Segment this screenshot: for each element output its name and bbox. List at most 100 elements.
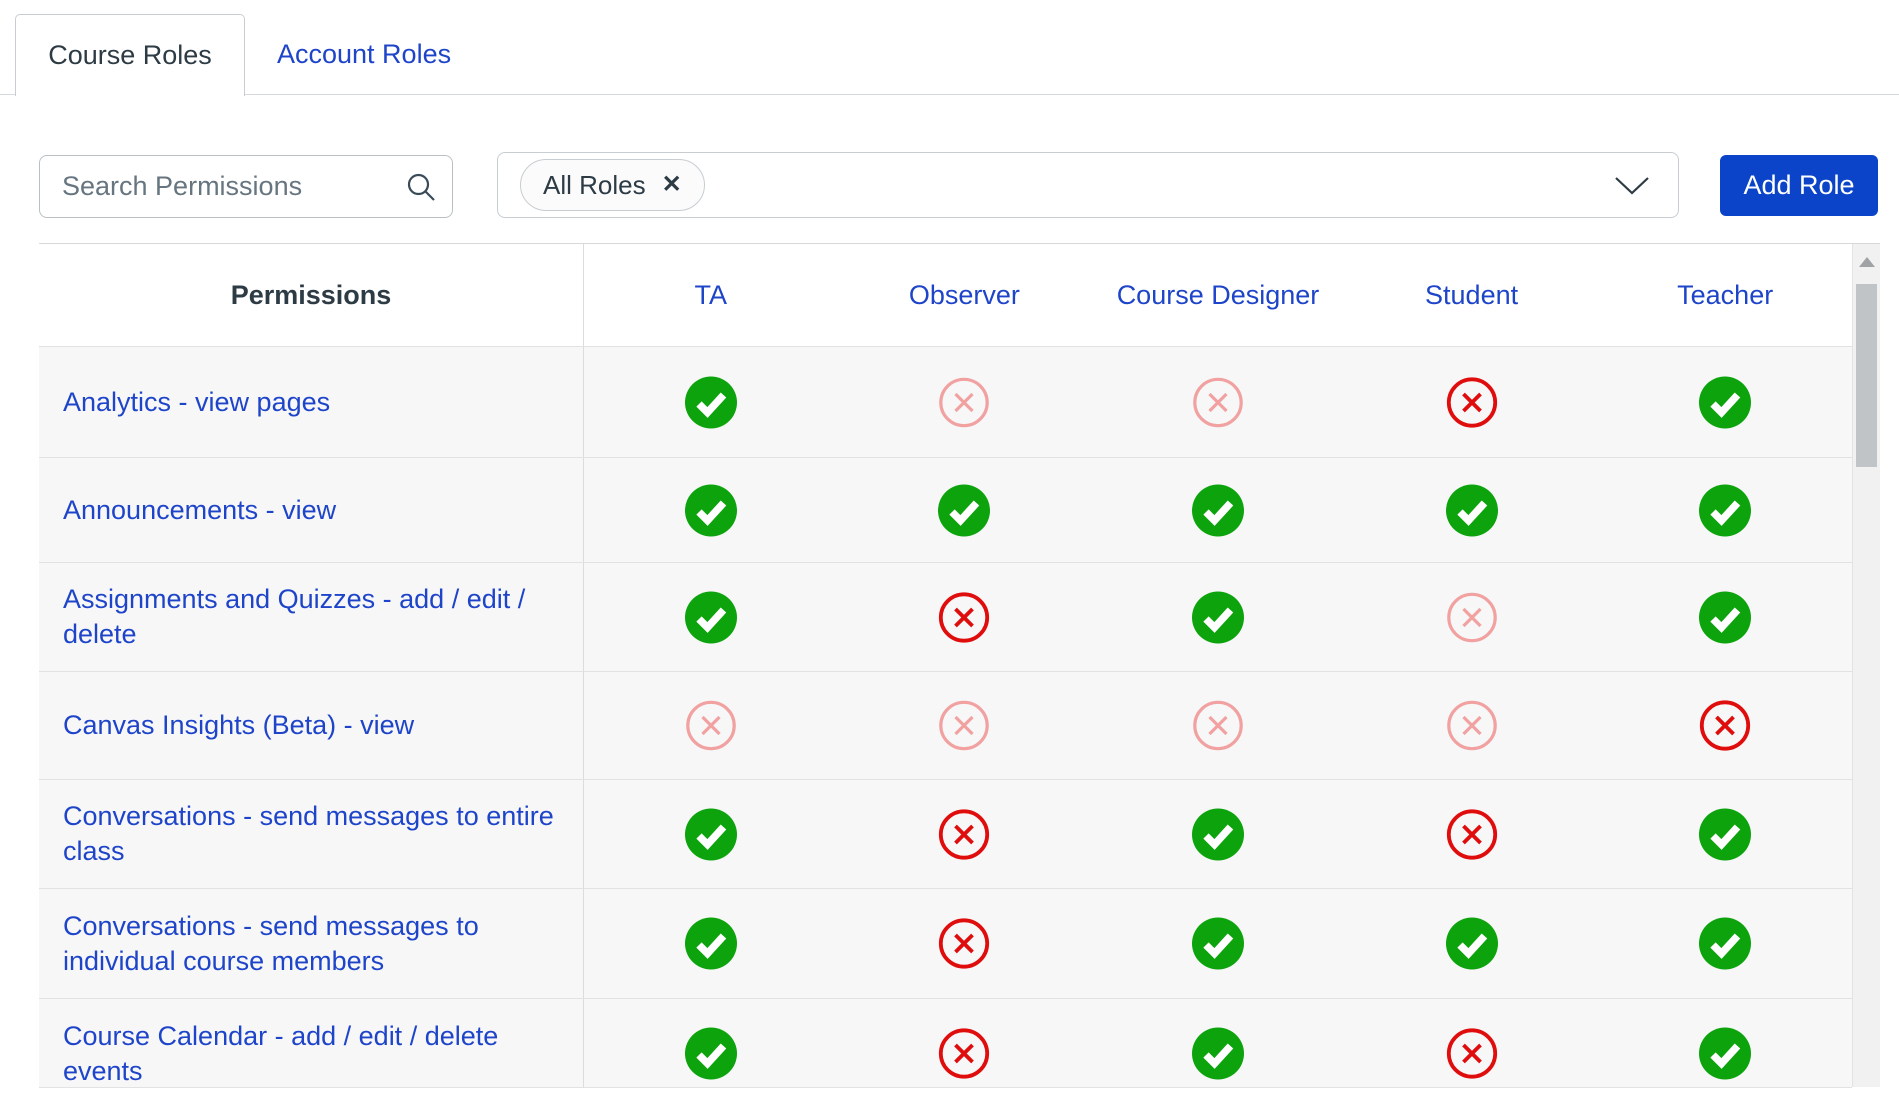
role-filter-tag[interactable]: All Roles ✕	[520, 159, 705, 211]
deny-icon[interactable]	[1699, 699, 1751, 752]
permission-link[interactable]: Canvas Insights (Beta) - view	[63, 708, 414, 743]
allow-icon[interactable]	[1446, 484, 1498, 537]
deny-faded-icon[interactable]	[1446, 699, 1498, 752]
allow-icon[interactable]	[1192, 484, 1244, 537]
role-filter-combobox[interactable]: All Roles ✕	[497, 152, 1679, 218]
permission-link[interactable]: Conversations - send messages to entire …	[63, 799, 555, 869]
tab-course-roles-label: Course Roles	[48, 40, 212, 71]
table-row: Assignments and Quizzes - add / edit / d…	[39, 562, 1852, 671]
permission-cell: Assignments and Quizzes - add / edit / d…	[39, 563, 584, 671]
allow-icon[interactable]	[1699, 917, 1751, 970]
allow-icon[interactable]	[1192, 1027, 1244, 1080]
permission-cell: Course Calendar - add / edit / delete ev…	[39, 999, 584, 1088]
allow-icon[interactable]	[1192, 808, 1244, 861]
allow-icon[interactable]	[1699, 376, 1751, 429]
deny-faded-icon[interactable]	[1192, 376, 1244, 429]
permission-status-cell	[1345, 780, 1599, 888]
deny-faded-icon[interactable]	[685, 699, 737, 752]
allow-icon[interactable]	[1699, 808, 1751, 861]
table-row: Canvas Insights (Beta) - view	[39, 671, 1852, 779]
scrollbar-thumb[interactable]	[1856, 284, 1877, 467]
role-column-header[interactable]: Teacher	[1598, 244, 1852, 346]
chevron-down-icon[interactable]	[1614, 176, 1650, 196]
permission-status-cell	[584, 458, 838, 562]
permission-status-cell	[584, 563, 838, 671]
deny-icon[interactable]	[938, 1027, 990, 1080]
permission-status-cell	[1345, 458, 1599, 562]
permission-status-cell	[1598, 458, 1852, 562]
allow-icon[interactable]	[1446, 917, 1498, 970]
permission-status-cell	[1091, 889, 1345, 998]
role-column-header[interactable]: Observer	[838, 244, 1092, 346]
permission-status-cell	[584, 347, 838, 457]
tab-account-roles-label: Account Roles	[277, 39, 451, 70]
allow-icon[interactable]	[1192, 591, 1244, 644]
deny-icon[interactable]	[938, 808, 990, 861]
allow-icon[interactable]	[1699, 484, 1751, 537]
search-input[interactable]	[39, 155, 453, 218]
allow-icon[interactable]	[938, 484, 990, 537]
permission-status-cell	[1598, 672, 1852, 779]
permission-status-cell	[1091, 672, 1345, 779]
permission-status-cell	[1345, 889, 1599, 998]
permission-status-cell	[584, 672, 838, 779]
table-header-row: Permissions TAObserverCourse DesignerStu…	[39, 244, 1852, 346]
permission-status-cell	[584, 780, 838, 888]
allow-icon[interactable]	[1699, 591, 1751, 644]
role-filter-tag-label: All Roles	[543, 170, 646, 201]
permission-status-cell	[1598, 347, 1852, 457]
role-column-header[interactable]: Student	[1345, 244, 1599, 346]
permission-status-cell	[1091, 780, 1345, 888]
deny-icon[interactable]	[1446, 808, 1498, 861]
tab-course-roles[interactable]: Course Roles	[15, 14, 245, 96]
table-row: Announcements - view	[39, 457, 1852, 562]
table-row: Course Calendar - add / edit / delete ev…	[39, 998, 1852, 1088]
allow-icon[interactable]	[685, 484, 737, 537]
permission-cell: Analytics - view pages	[39, 347, 584, 457]
tab-account-roles[interactable]: Account Roles	[260, 14, 468, 94]
permission-status-cell	[584, 999, 838, 1088]
table-body: Analytics - view pages Announcements - vi…	[39, 346, 1852, 1088]
permission-status-cell	[838, 780, 1092, 888]
permission-status-cell	[1091, 458, 1345, 562]
deny-icon[interactable]	[1446, 1027, 1498, 1080]
permission-cell: Conversations - send messages to individ…	[39, 889, 584, 998]
scroll-up-icon[interactable]	[1859, 257, 1875, 267]
deny-icon[interactable]	[938, 591, 990, 644]
permission-status-cell	[838, 889, 1092, 998]
permission-link[interactable]: Course Calendar - add / edit / delete ev…	[63, 1019, 555, 1089]
allow-icon[interactable]	[685, 1027, 737, 1080]
role-column-header[interactable]: TA	[584, 244, 838, 346]
permission-status-cell	[1598, 563, 1852, 671]
allow-icon[interactable]	[1192, 917, 1244, 970]
permission-status-cell	[1091, 999, 1345, 1088]
vertical-scrollbar[interactable]	[1852, 244, 1880, 1087]
allow-icon[interactable]	[685, 591, 737, 644]
allow-icon[interactable]	[685, 376, 737, 429]
deny-faded-icon[interactable]	[1446, 591, 1498, 644]
permission-status-cell	[1598, 889, 1852, 998]
permission-status-cell	[1091, 563, 1345, 671]
permission-link[interactable]: Analytics - view pages	[63, 385, 330, 420]
permission-cell: Announcements - view	[39, 458, 584, 562]
deny-faded-icon[interactable]	[938, 699, 990, 752]
permission-link[interactable]: Announcements - view	[63, 493, 336, 528]
deny-faded-icon[interactable]	[1192, 699, 1244, 752]
permission-status-cell	[1345, 999, 1599, 1088]
deny-icon[interactable]	[938, 917, 990, 970]
allow-icon[interactable]	[685, 917, 737, 970]
tab-bar: Course Roles Account Roles	[0, 0, 1899, 95]
add-role-button[interactable]: Add Role	[1720, 155, 1878, 216]
deny-faded-icon[interactable]	[938, 376, 990, 429]
allow-icon[interactable]	[685, 808, 737, 861]
permissions-column-header: Permissions	[39, 244, 584, 346]
permission-link[interactable]: Conversations - send messages to individ…	[63, 909, 555, 979]
role-column-header[interactable]: Course Designer	[1091, 244, 1345, 346]
remove-tag-icon[interactable]: ✕	[662, 173, 682, 197]
permission-link[interactable]: Assignments and Quizzes - add / edit / d…	[63, 582, 555, 652]
allow-icon[interactable]	[1699, 1027, 1751, 1080]
permission-status-cell	[584, 889, 838, 998]
deny-icon[interactable]	[1446, 376, 1498, 429]
permission-cell: Canvas Insights (Beta) - view	[39, 672, 584, 779]
permission-status-cell	[838, 672, 1092, 779]
